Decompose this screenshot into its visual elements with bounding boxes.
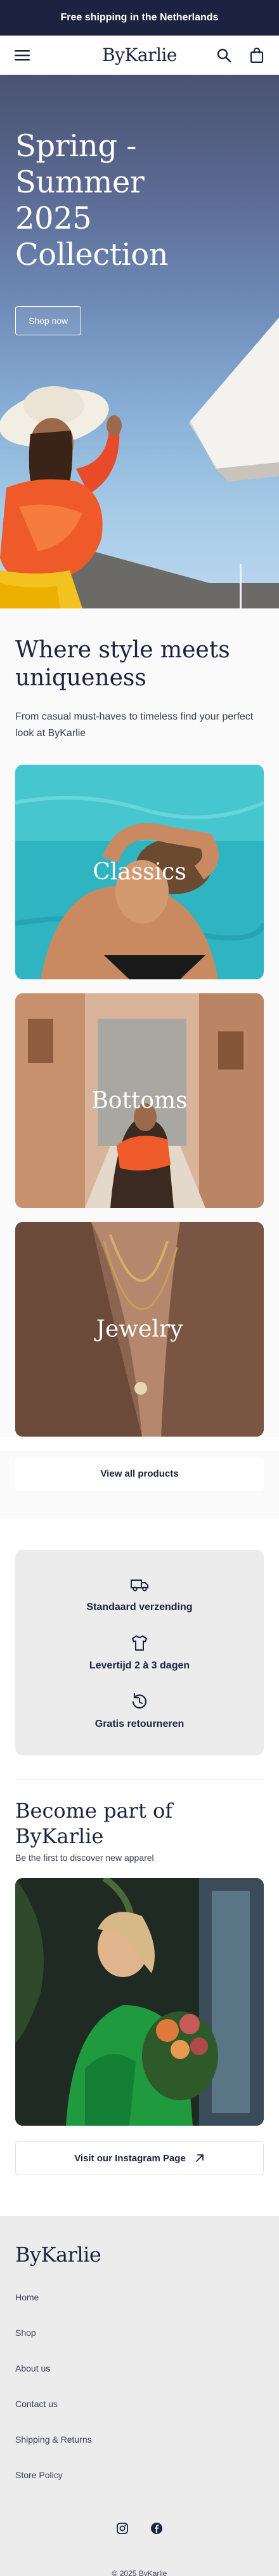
footer-link-contact[interactable]: Contact us bbox=[15, 2398, 264, 2433]
visit-instagram-label: Visit our Instagram Page bbox=[74, 2152, 186, 2164]
collection-card-bottoms[interactable]: Bottoms bbox=[15, 993, 264, 1208]
hero-title-line: Collection bbox=[15, 237, 169, 272]
hero-title-line: 2025 bbox=[15, 201, 92, 236]
instagram-icon[interactable] bbox=[116, 2522, 129, 2538]
collection-card-jewelry[interactable]: Jewelry bbox=[15, 1222, 264, 1437]
arrow-up-right-icon bbox=[195, 2154, 204, 2162]
footer-link-shop[interactable]: Shop bbox=[15, 2326, 264, 2362]
instagram-photo bbox=[15, 1878, 264, 2126]
shop-now-button[interactable]: Shop now bbox=[15, 306, 82, 335]
footer-link-store-policy[interactable]: Store Policy bbox=[15, 2469, 264, 2504]
view-all-products-button[interactable]: View all products bbox=[15, 1457, 264, 1491]
collection-label: Jewelry bbox=[96, 1316, 183, 1343]
site-header: ByKarlie bbox=[0, 36, 279, 75]
search-icon[interactable] bbox=[216, 47, 232, 64]
return-icon bbox=[132, 1693, 147, 1709]
view-all-wrapper: View all products bbox=[0, 1451, 279, 1519]
announcement-bar: Free shipping in the Netherlands bbox=[0, 0, 279, 36]
menu-icon[interactable] bbox=[14, 47, 30, 64]
footer-social bbox=[0, 2522, 279, 2538]
header-actions bbox=[216, 47, 265, 64]
intro-text: From casual must-haves to timeless find … bbox=[15, 711, 254, 739]
intro-title: Where style meets uniqueness bbox=[15, 637, 230, 691]
usp-item: Standaard verzending bbox=[28, 1575, 251, 1613]
footer-link-shipping[interactable]: Shipping & Returns bbox=[15, 2433, 264, 2469]
footer-link-about[interactable]: About us bbox=[15, 2362, 264, 2398]
shopping-bag-icon[interactable] bbox=[249, 47, 265, 64]
usp-item: Gratis retourneren bbox=[28, 1692, 251, 1730]
hero-banner: Spring - Summer 2025 Collection Shop now bbox=[0, 75, 279, 608]
collection-label: Bottoms bbox=[91, 1087, 188, 1114]
footer-link-home[interactable]: Home bbox=[15, 2291, 264, 2326]
hero-content: Spring - Summer 2025 Collection Shop now bbox=[15, 128, 169, 335]
instagram-section: Become part of ByKarlie Be the first to … bbox=[0, 1780, 279, 2175]
facebook-icon[interactable] bbox=[150, 2522, 163, 2538]
hero-title: Spring - Summer 2025 Collection bbox=[15, 128, 169, 273]
hero-title-line: Summer bbox=[15, 164, 145, 200]
hero-title-line: Spring - bbox=[15, 128, 137, 164]
site-logo[interactable]: ByKarlie bbox=[102, 44, 177, 65]
copyright: © 2025 ByKarlie bbox=[112, 2569, 167, 2576]
usp-panel: Standaard verzending Levertijd 2 à 3 dag… bbox=[15, 1550, 264, 1755]
instagram-image[interactable] bbox=[15, 1878, 264, 2126]
truck-icon bbox=[131, 1580, 148, 1592]
instagram-subtitle: Be the first to discover new apparel bbox=[15, 1853, 154, 1863]
usp-item: Levertijd 2 à 3 dagen bbox=[28, 1633, 251, 1672]
intro-section: Where style meets uniqueness From casual… bbox=[0, 608, 279, 765]
collection-card-classics[interactable]: Classics bbox=[15, 765, 264, 979]
usp-section: Standaard verzending Levertijd 2 à 3 dag… bbox=[0, 1519, 279, 1755]
page: Free shipping in the Netherlands ByKarli… bbox=[0, 0, 279, 2576]
collection-cards: Classics Bottoms Jewelry bbox=[0, 765, 279, 1437]
usp-label: Standaard verzending bbox=[86, 1602, 193, 1613]
usp-label: Levertijd 2 à 3 dagen bbox=[89, 1660, 190, 1671]
instagram-title: Become part of ByKarlie bbox=[15, 1799, 173, 1848]
footer-logo[interactable]: ByKarlie bbox=[15, 2243, 264, 2267]
announcement-text: Free shipping in the Netherlands bbox=[60, 12, 219, 23]
visit-instagram-button[interactable]: Visit our Instagram Page bbox=[15, 2141, 264, 2175]
site-footer: ByKarlie Home Shop About us Contact us S… bbox=[0, 2216, 279, 2576]
usp-label: Gratis retourneren bbox=[94, 1719, 185, 1729]
collection-label: Classics bbox=[93, 859, 186, 885]
footer-links: Home Shop About us Contact us Shipping &… bbox=[15, 2291, 264, 2504]
tshirt-icon bbox=[132, 1635, 147, 1651]
